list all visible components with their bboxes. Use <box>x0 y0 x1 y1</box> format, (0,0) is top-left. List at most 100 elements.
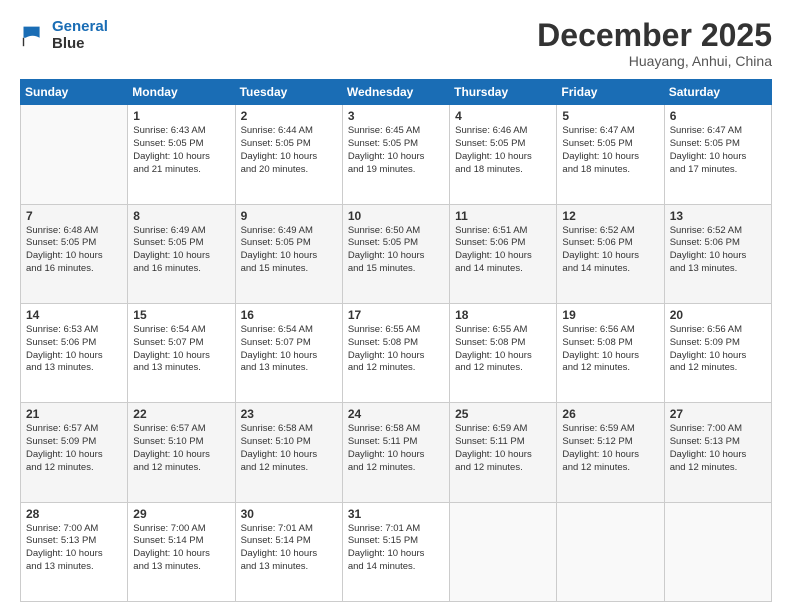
day-number: 26 <box>562 407 658 421</box>
calendar-cell: 3Sunrise: 6:45 AM Sunset: 5:05 PM Daylig… <box>342 105 449 204</box>
day-number: 22 <box>133 407 229 421</box>
calendar-cell: 8 Sunrise: 6:49 AM Sunset: 5:05 PM Daylig… <box>128 204 235 303</box>
day-info: Sunrise: 6:53 AM Sunset: 5:06 PM Dayligh… <box>26 324 122 375</box>
day-info: Sunrise: 6:50 AM Sunset: 5:05 PM Dayligh… <box>348 225 444 276</box>
location: Huayang, Anhui, China <box>537 53 772 69</box>
calendar-weekday-thursday: Thursday <box>450 80 557 105</box>
day-info: Sunrise: 6:46 AM Sunset: 5:05 PM Dayligh… <box>455 125 551 176</box>
calendar-cell: 16 Sunrise: 6:54 AM Sunset: 5:07 PM Dayli… <box>235 303 342 402</box>
day-info: Sunrise: 6:59 AM Sunset: 5:12 PM Dayligh… <box>562 423 658 474</box>
calendar-cell: 5Sunrise: 6:47 AM Sunset: 5:05 PM Daylig… <box>557 105 664 204</box>
logo-text: General Blue <box>52 18 108 52</box>
calendar-cell: 19 Sunrise: 6:56 AM Sunset: 5:08 PM Dayli… <box>557 303 664 402</box>
day-number: 1 <box>133 109 229 123</box>
calendar-cell: 17Sunrise: 6:55 AM Sunset: 5:08 PM Dayli… <box>342 303 449 402</box>
calendar-cell: 1 Sunrise: 6:43 AM Sunset: 5:05 PM Daylig… <box>128 105 235 204</box>
calendar-cell: 15Sunrise: 6:54 AM Sunset: 5:07 PM Dayli… <box>128 303 235 402</box>
day-info: Sunrise: 6:58 AM Sunset: 5:10 PM Dayligh… <box>241 423 337 474</box>
calendar-cell: 25Sunrise: 6:59 AM Sunset: 5:11 PM Dayli… <box>450 403 557 502</box>
day-number: 9 <box>241 209 337 223</box>
day-number: 20 <box>670 308 766 322</box>
day-info: Sunrise: 7:00 AM Sunset: 5:13 PM Dayligh… <box>670 423 766 474</box>
day-number: 7 <box>26 209 122 223</box>
calendar-week-row: 1 Sunrise: 6:43 AM Sunset: 5:05 PM Daylig… <box>21 105 772 204</box>
logo: General Blue <box>20 18 108 52</box>
day-info: Sunrise: 6:51 AM Sunset: 5:06 PM Dayligh… <box>455 225 551 276</box>
day-number: 25 <box>455 407 551 421</box>
day-info: Sunrise: 6:47 AM Sunset: 5:05 PM Dayligh… <box>670 125 766 176</box>
calendar-cell: 10 Sunrise: 6:50 AM Sunset: 5:05 PM Dayli… <box>342 204 449 303</box>
day-info: Sunrise: 6:52 AM Sunset: 5:06 PM Dayligh… <box>670 225 766 276</box>
day-info: Sunrise: 6:58 AM Sunset: 5:11 PM Dayligh… <box>348 423 444 474</box>
day-info: Sunrise: 6:54 AM Sunset: 5:07 PM Dayligh… <box>241 324 337 375</box>
calendar-weekday-tuesday: Tuesday <box>235 80 342 105</box>
calendar-cell: 12 Sunrise: 6:52 AM Sunset: 5:06 PM Dayli… <box>557 204 664 303</box>
calendar-weekday-monday: Monday <box>128 80 235 105</box>
header: General Blue December 2025 Huayang, Anhu… <box>20 18 772 69</box>
day-info: Sunrise: 7:01 AM Sunset: 5:14 PM Dayligh… <box>241 523 337 574</box>
day-info: Sunrise: 6:57 AM Sunset: 5:09 PM Dayligh… <box>26 423 122 474</box>
day-number: 21 <box>26 407 122 421</box>
calendar-cell: 20Sunrise: 6:56 AM Sunset: 5:09 PM Dayli… <box>664 303 771 402</box>
calendar-cell: 13Sunrise: 6:52 AM Sunset: 5:06 PM Dayli… <box>664 204 771 303</box>
calendar-cell: 22 Sunrise: 6:57 AM Sunset: 5:10 PM Dayli… <box>128 403 235 502</box>
calendar-week-row: 28Sunrise: 7:00 AM Sunset: 5:13 PM Dayli… <box>21 502 772 601</box>
day-number: 31 <box>348 507 444 521</box>
calendar-cell: 11 Sunrise: 6:51 AM Sunset: 5:06 PM Dayli… <box>450 204 557 303</box>
calendar-weekday-wednesday: Wednesday <box>342 80 449 105</box>
day-number: 4 <box>455 109 551 123</box>
page: General Blue December 2025 Huayang, Anhu… <box>0 0 792 612</box>
day-info: Sunrise: 6:52 AM Sunset: 5:06 PM Dayligh… <box>562 225 658 276</box>
day-number: 14 <box>26 308 122 322</box>
calendar-cell: 2Sunrise: 6:44 AM Sunset: 5:05 PM Daylig… <box>235 105 342 204</box>
calendar-cell: 4 Sunrise: 6:46 AM Sunset: 5:05 PM Daylig… <box>450 105 557 204</box>
calendar-cell <box>557 502 664 601</box>
day-info: Sunrise: 6:57 AM Sunset: 5:10 PM Dayligh… <box>133 423 229 474</box>
calendar-weekday-friday: Friday <box>557 80 664 105</box>
day-info: Sunrise: 6:56 AM Sunset: 5:08 PM Dayligh… <box>562 324 658 375</box>
calendar-cell: 6Sunrise: 6:47 AM Sunset: 5:05 PM Daylig… <box>664 105 771 204</box>
calendar-week-row: 14 Sunrise: 6:53 AM Sunset: 5:06 PM Dayli… <box>21 303 772 402</box>
calendar-cell <box>450 502 557 601</box>
day-number: 12 <box>562 209 658 223</box>
day-info: Sunrise: 6:48 AM Sunset: 5:05 PM Dayligh… <box>26 225 122 276</box>
day-number: 17 <box>348 308 444 322</box>
day-number: 8 <box>133 209 229 223</box>
calendar-cell: 7 Sunrise: 6:48 AM Sunset: 5:05 PM Daylig… <box>21 204 128 303</box>
calendar-cell: 26 Sunrise: 6:59 AM Sunset: 5:12 PM Dayli… <box>557 403 664 502</box>
day-info: Sunrise: 7:01 AM Sunset: 5:15 PM Dayligh… <box>348 523 444 574</box>
month-title: December 2025 <box>537 18 772 53</box>
day-number: 24 <box>348 407 444 421</box>
day-info: Sunrise: 6:49 AM Sunset: 5:05 PM Dayligh… <box>241 225 337 276</box>
day-info: Sunrise: 6:47 AM Sunset: 5:05 PM Dayligh… <box>562 125 658 176</box>
calendar-cell: 14 Sunrise: 6:53 AM Sunset: 5:06 PM Dayli… <box>21 303 128 402</box>
day-number: 29 <box>133 507 229 521</box>
calendar-cell <box>21 105 128 204</box>
day-info: Sunrise: 6:49 AM Sunset: 5:05 PM Dayligh… <box>133 225 229 276</box>
day-info: Sunrise: 6:44 AM Sunset: 5:05 PM Dayligh… <box>241 125 337 176</box>
day-number: 16 <box>241 308 337 322</box>
day-info: Sunrise: 6:54 AM Sunset: 5:07 PM Dayligh… <box>133 324 229 375</box>
calendar-cell: 24 Sunrise: 6:58 AM Sunset: 5:11 PM Dayli… <box>342 403 449 502</box>
logo-icon <box>20 21 48 49</box>
calendar-cell: 28Sunrise: 7:00 AM Sunset: 5:13 PM Dayli… <box>21 502 128 601</box>
day-number: 11 <box>455 209 551 223</box>
day-number: 10 <box>348 209 444 223</box>
calendar-cell: 21 Sunrise: 6:57 AM Sunset: 5:09 PM Dayli… <box>21 403 128 502</box>
calendar-cell: 18Sunrise: 6:55 AM Sunset: 5:08 PM Dayli… <box>450 303 557 402</box>
day-number: 28 <box>26 507 122 521</box>
calendar-cell: 9 Sunrise: 6:49 AM Sunset: 5:05 PM Daylig… <box>235 204 342 303</box>
calendar-cell: 27 Sunrise: 7:00 AM Sunset: 5:13 PM Dayli… <box>664 403 771 502</box>
day-info: Sunrise: 6:43 AM Sunset: 5:05 PM Dayligh… <box>133 125 229 176</box>
day-info: Sunrise: 7:00 AM Sunset: 5:14 PM Dayligh… <box>133 523 229 574</box>
day-number: 19 <box>562 308 658 322</box>
day-number: 30 <box>241 507 337 521</box>
calendar-cell: 23Sunrise: 6:58 AM Sunset: 5:10 PM Dayli… <box>235 403 342 502</box>
calendar-cell <box>664 502 771 601</box>
calendar-weekday-sunday: Sunday <box>21 80 128 105</box>
calendar-cell: 31 Sunrise: 7:01 AM Sunset: 5:15 PM Dayli… <box>342 502 449 601</box>
title-block: December 2025 Huayang, Anhui, China <box>537 18 772 69</box>
day-info: Sunrise: 6:55 AM Sunset: 5:08 PM Dayligh… <box>455 324 551 375</box>
day-number: 27 <box>670 407 766 421</box>
day-info: Sunrise: 6:45 AM Sunset: 5:05 PM Dayligh… <box>348 125 444 176</box>
